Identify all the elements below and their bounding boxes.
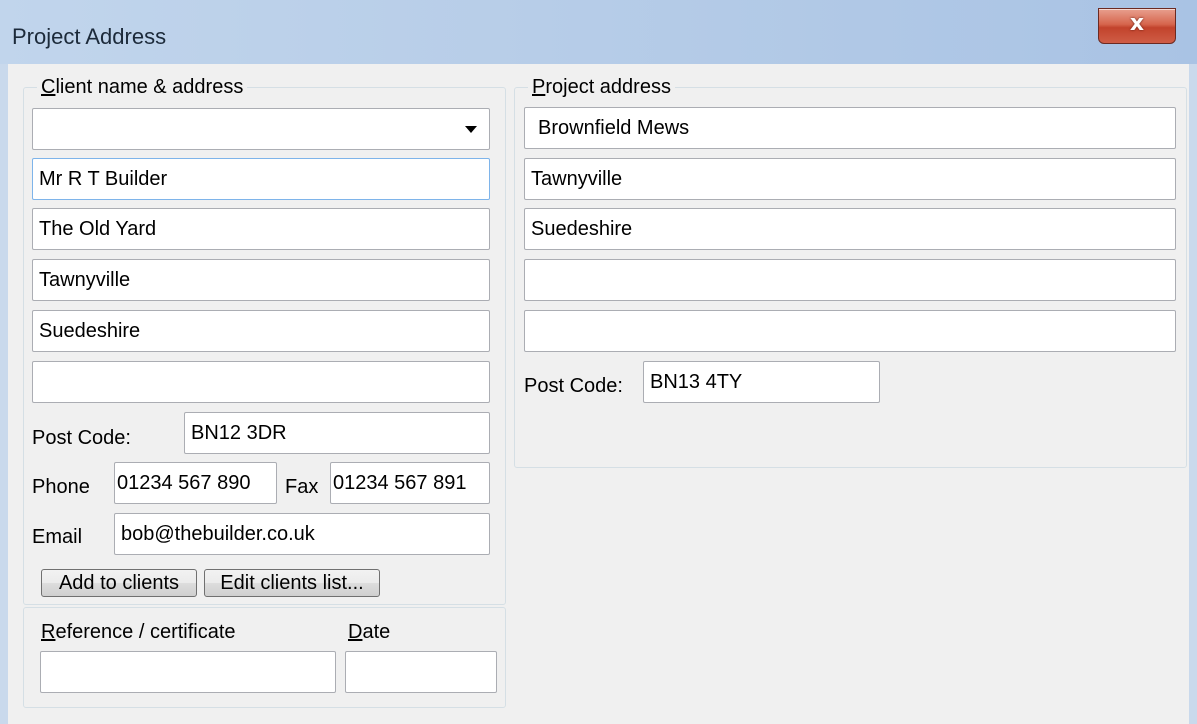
add-to-clients-button[interactable]: Add to clients <box>41 569 197 597</box>
client-name-field[interactable] <box>32 158 490 200</box>
phone-label: Phone <box>32 476 90 498</box>
client-select[interactable] <box>32 108 490 150</box>
project-address-line-4[interactable] <box>524 259 1176 301</box>
close-button[interactable]: x <box>1098 8 1176 44</box>
project-address-line-5[interactable] <box>524 310 1176 352</box>
date-field[interactable] <box>345 651 497 693</box>
client-group-legend: Client name & address <box>37 76 248 98</box>
reference-field[interactable] <box>40 651 336 693</box>
client-post-code-label: Post Code: <box>32 427 131 449</box>
project-group-legend: Project address <box>528 76 675 98</box>
client-address-line-1[interactable] <box>32 208 490 250</box>
edit-clients-list-button[interactable]: Edit clients list... <box>204 569 380 597</box>
window-title: Project Address <box>12 24 167 49</box>
reference-label: Reference / certificate <box>41 621 236 643</box>
fax-field[interactable] <box>330 462 490 504</box>
project-post-code-field[interactable] <box>643 361 880 403</box>
client-address-line-2[interactable] <box>32 259 490 301</box>
fax-label: Fax <box>285 476 319 498</box>
client-address-line-3[interactable] <box>32 310 490 352</box>
email-field[interactable] <box>114 513 490 555</box>
email-label: Email <box>32 526 83 548</box>
client-post-code-field[interactable] <box>184 412 490 454</box>
project-address-line-1[interactable] <box>524 107 1176 149</box>
project-address-line-3[interactable] <box>524 208 1176 250</box>
close-icon: x <box>1129 11 1145 36</box>
date-label: Date <box>348 621 391 643</box>
title-bar[interactable]: Project Address x <box>0 0 1197 64</box>
dialog-body: Client name & address Post Code: Phone F… <box>0 64 1197 724</box>
project-address-line-2[interactable] <box>524 158 1176 200</box>
chevron-down-icon[interactable] <box>465 126 477 133</box>
project-post-code-label: Post Code: <box>524 375 623 397</box>
client-address-line-4[interactable] <box>32 361 490 403</box>
project-address-window: Project Address x Client name & address … <box>0 0 1197 724</box>
phone-field[interactable] <box>114 462 277 504</box>
